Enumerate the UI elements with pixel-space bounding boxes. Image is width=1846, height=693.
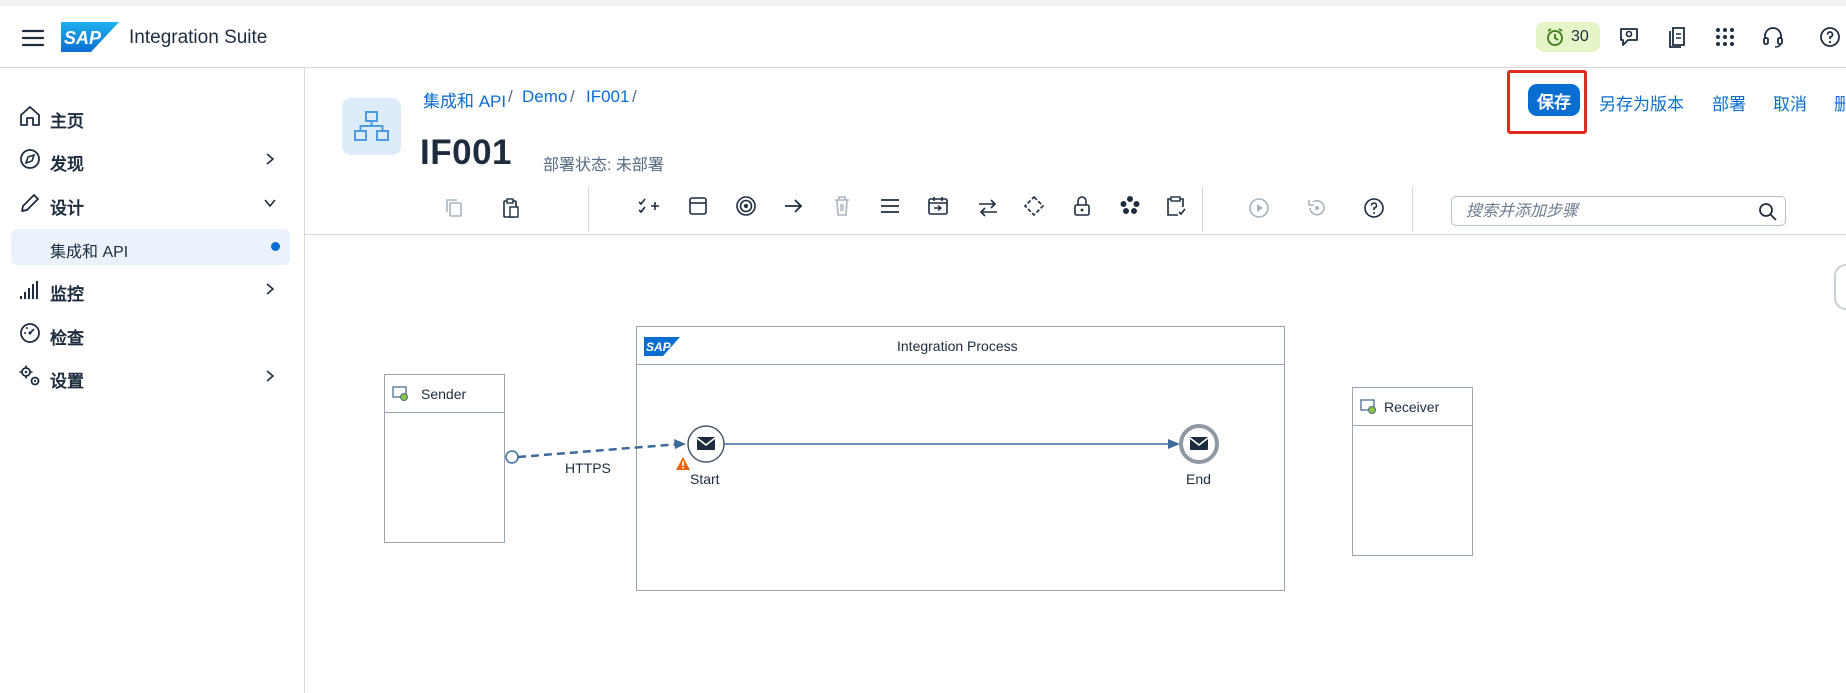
headset-icon[interactable] — [1761, 25, 1785, 49]
toolbar-separator — [1412, 186, 1413, 232]
deployment-status: 部署状态: 未部署 — [543, 157, 664, 174]
call-calendar-icon[interactable] — [924, 192, 952, 220]
cancel-button[interactable]: 取消 — [1773, 90, 1807, 115]
cube-cluster-icon[interactable] — [1116, 192, 1144, 220]
page-title: IF001 — [420, 133, 512, 172]
alarm-clock-icon — [1545, 27, 1565, 47]
chevron-right-icon[interactable] — [263, 369, 277, 383]
help-icon[interactable] — [1360, 194, 1388, 222]
settings-icon — [18, 364, 42, 388]
breadcrumb-integrations-apis[interactable]: 集成和 API — [423, 87, 506, 112]
arrow-right-icon[interactable] — [780, 192, 808, 220]
lock-icon[interactable] — [1068, 192, 1096, 220]
sap-logo[interactable]: SAP — [61, 22, 119, 52]
sidebar-item-monitor[interactable]: 监控 — [50, 280, 84, 305]
sidebar-item-home[interactable]: 主页 — [50, 107, 84, 132]
selected-indicator — [271, 242, 280, 251]
breadcrumb-separator: / — [632, 87, 637, 106]
menu-icon[interactable] — [20, 27, 46, 49]
feedback-icon[interactable] — [1617, 25, 1641, 49]
sap-process-logo: SAP — [644, 337, 680, 356]
participant-system-icon — [1359, 397, 1377, 415]
search-steps-field[interactable] — [1451, 196, 1786, 226]
https-connection-label[interactable]: HTTPS — [565, 460, 611, 476]
participant-system-icon — [391, 384, 409, 402]
save-as-version-button[interactable]: 另存为版本 — [1599, 90, 1684, 115]
toolbar-divider — [305, 234, 1846, 235]
sidebar-item-discover[interactable]: 发现 — [50, 150, 84, 175]
receiver-label: Receiver — [1384, 399, 1440, 415]
search-icon[interactable] — [1758, 202, 1778, 222]
compass-icon — [18, 147, 42, 171]
side-navigation — [0, 68, 305, 693]
sidebar-item-design[interactable]: 设计 — [50, 194, 84, 219]
delete-button[interactable]: 删 — [1834, 90, 1846, 115]
end-event[interactable] — [1178, 423, 1220, 465]
bar-chart-icon — [18, 278, 42, 302]
breadcrumb-demo[interactable]: Demo — [522, 87, 567, 107]
sender-label: Sender — [421, 386, 467, 402]
sidebar-item-settings[interactable]: 设置 — [50, 367, 84, 392]
toolbar-separator — [588, 186, 589, 232]
documents-icon[interactable] — [1665, 25, 1689, 49]
chevron-down-icon[interactable] — [263, 196, 277, 210]
badge-count: 30 — [1571, 28, 1589, 45]
app-title: Integration Suite — [129, 27, 268, 48]
toolbar-separator — [1202, 186, 1203, 232]
start-event-label: Start — [690, 471, 720, 487]
gauge-icon — [18, 321, 42, 345]
pencil-icon — [18, 191, 42, 215]
chevron-right-icon[interactable] — [263, 152, 277, 166]
home-icon — [18, 104, 42, 128]
chevron-right-icon[interactable] — [263, 282, 277, 296]
integration-process-title: Integration Process — [897, 338, 1018, 354]
gateway-icon[interactable] — [1020, 192, 1048, 220]
copy-icon[interactable] — [440, 194, 468, 222]
transform-icon[interactable] — [974, 194, 1002, 222]
checklist-add-icon[interactable] — [635, 192, 663, 220]
breadcrumb-separator: / — [508, 87, 513, 106]
breadcrumb-if001[interactable]: IF001 — [586, 87, 629, 107]
highlight-box — [1507, 70, 1587, 134]
clipboard-check-icon[interactable] — [1162, 192, 1190, 220]
breadcrumb-separator: / — [570, 87, 575, 106]
start-event[interactable] — [686, 424, 726, 464]
deploy-button[interactable]: 部署 — [1712, 90, 1746, 115]
end-event-label: End — [1186, 471, 1211, 487]
warning-icon[interactable] — [675, 456, 691, 471]
svg-text:SAP: SAP — [646, 340, 672, 354]
menu-lines-icon[interactable] — [876, 192, 904, 220]
sidebar-subitem-label: 集成和 API — [50, 244, 129, 261]
reset-simulation-icon[interactable] — [1303, 194, 1331, 222]
svg-text:SAP: SAP — [64, 28, 102, 48]
help-icon[interactable] — [1818, 25, 1842, 49]
paste-icon[interactable] — [497, 194, 525, 222]
collapse-panel-handle[interactable] — [1834, 264, 1846, 310]
sidebar-item-inspect[interactable]: 检查 — [50, 324, 84, 349]
events-icon[interactable] — [732, 192, 760, 220]
participant-icon[interactable] — [684, 192, 712, 220]
delete-icon[interactable] — [828, 192, 856, 220]
integration-flow-object-icon — [342, 98, 401, 155]
simulate-play-icon[interactable] — [1245, 194, 1273, 222]
search-input[interactable] — [1464, 200, 1748, 224]
product-switch-icon[interactable] — [1713, 25, 1737, 49]
